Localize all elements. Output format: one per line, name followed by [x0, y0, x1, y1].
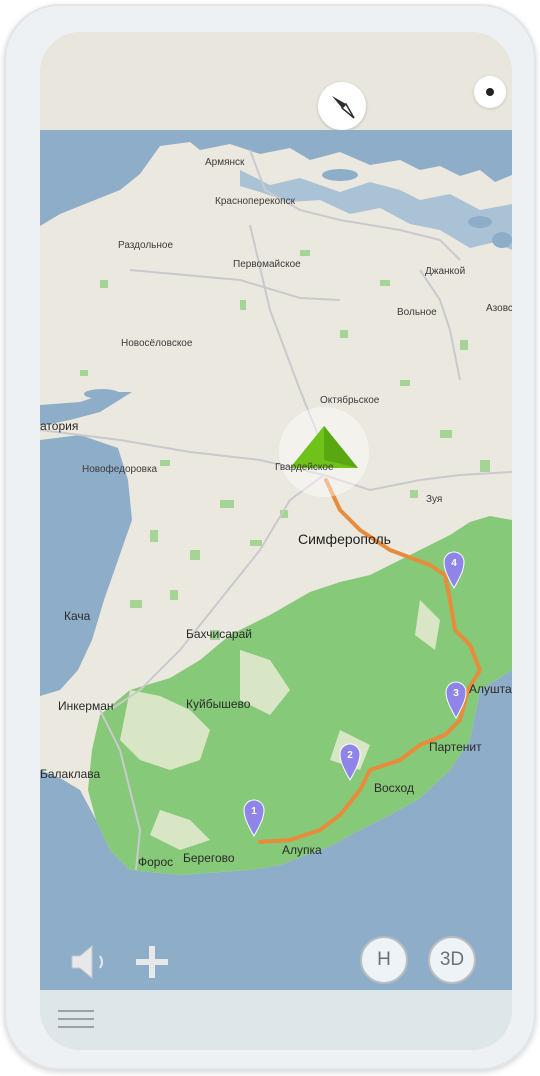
speaker-icon	[71, 944, 103, 980]
label-armyansk: Армянск	[205, 157, 245, 168]
label-azovs: Азовс	[486, 303, 512, 314]
compass-icon	[332, 96, 355, 119]
hamburger-menu-icon	[58, 1010, 94, 1028]
plus-icon	[136, 946, 168, 978]
map-view[interactable]: 1 2 3 4 Армянск Красноперекопск Раздольн…	[40, 130, 512, 990]
sound-button[interactable]	[68, 940, 120, 984]
svg-text:1: 1	[251, 806, 257, 817]
phone-frame: 1 2 3 4 Армянск Красноперекопск Раздольн…	[4, 4, 536, 1070]
label-balaklava: Балаклава	[40, 767, 101, 781]
location-dot-icon	[486, 88, 494, 96]
menu-button[interactable]	[58, 1006, 94, 1034]
compass-button[interactable]	[318, 82, 366, 130]
label-partenit: Партенит	[429, 740, 482, 754]
label-inkerman: Инкерман	[58, 699, 114, 713]
label-beregovoe: Берегово	[183, 851, 235, 865]
label-alushta: Алушта	[469, 682, 512, 696]
svg-text:4: 4	[451, 558, 457, 569]
label-simferopol: Симферополь	[298, 531, 391, 547]
north-up-button[interactable]: Н	[360, 936, 408, 984]
app-screen: 1 2 3 4 Армянск Красноперекопск Раздольн…	[40, 32, 512, 1050]
label-gvardeiskoe: Гвардейское	[275, 462, 334, 473]
label-oktyabrskoe: Октябрьское	[320, 394, 380, 406]
label-krasnoperekopsk: Красноперекопск	[215, 196, 296, 207]
label-bakhchisarai: Бахчисарай	[186, 627, 252, 641]
label-zuya: Зуя	[426, 494, 442, 505]
label-foros: Форос	[138, 855, 173, 869]
label-kacha: Кача	[64, 609, 91, 623]
label-novofedorovka: Новофедоровка	[82, 463, 158, 475]
svg-text:3: 3	[453, 688, 459, 699]
label-dzhankoi: Джанкой	[425, 266, 465, 277]
3d-view-button[interactable]: 3D	[428, 936, 476, 984]
label-kuibyshevo: Куйбышево	[186, 697, 251, 711]
label-pervomaiskoe: Первомайское	[233, 259, 301, 270]
top-bar	[40, 32, 512, 130]
label-voskhod: Восход	[374, 781, 414, 795]
bottom-bar	[40, 990, 512, 1050]
add-button[interactable]	[132, 940, 172, 984]
label-evpatoriya: атория	[40, 419, 78, 433]
label-alupka: Алупка	[282, 843, 322, 857]
label-volnoe: Вольное	[397, 307, 437, 318]
label-novoselovskoe: Новосёловское	[121, 338, 193, 349]
location-dot-button[interactable]	[474, 76, 506, 108]
label-razdolnoe: Раздольное	[118, 240, 173, 251]
svg-text:2: 2	[347, 750, 353, 761]
